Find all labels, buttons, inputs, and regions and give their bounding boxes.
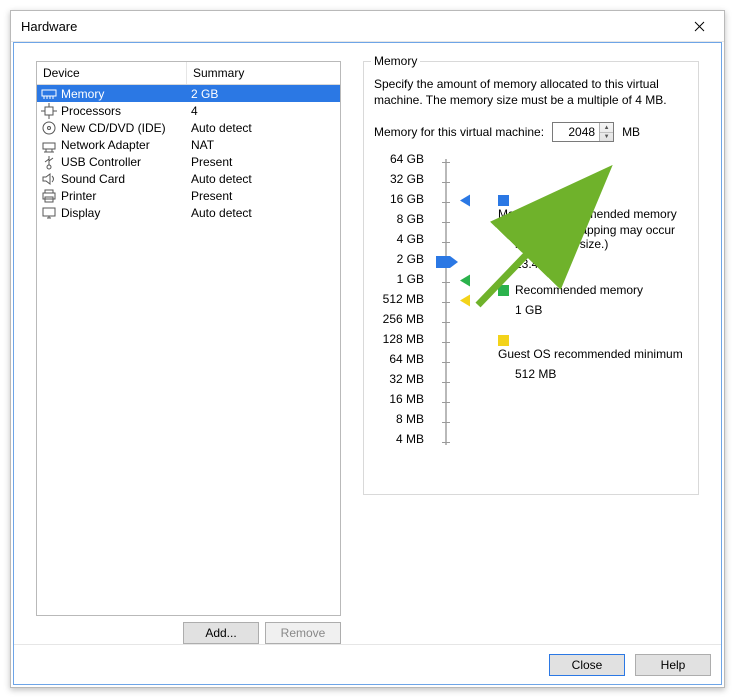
legend-label: Guest OS recommended minimum	[498, 347, 683, 361]
legend-value: 13.4 GB	[515, 257, 688, 271]
scale-tick-label: 16 GB	[374, 192, 428, 212]
legend-min: Guest OS recommended minimum 512 MB	[498, 332, 688, 381]
scale-tick-label: 4 MB	[374, 432, 428, 452]
memory-legend: Maximum recommended memory (Memory swappi…	[498, 152, 688, 452]
scale-tick-label: 8 GB	[374, 212, 428, 232]
memory-slider-track[interactable]	[436, 152, 456, 452]
device-list-header: Device Summary	[37, 62, 340, 85]
remove-button[interactable]: Remove	[265, 622, 341, 644]
device-name: Sound Card	[61, 172, 125, 186]
legend-swatch-icon	[498, 285, 509, 296]
scale-tick-label: 64 MB	[374, 352, 428, 372]
dialog-content: Device Summary Memory2 GBProcessors4New …	[13, 42, 722, 685]
col-header-summary[interactable]: Summary	[187, 62, 340, 84]
device-summary: NAT	[187, 138, 340, 152]
help-button[interactable]: Help	[635, 654, 711, 676]
scale-tick-label: 512 MB	[374, 292, 428, 312]
device-summary: Present	[187, 155, 340, 169]
titlebar: Hardware	[11, 11, 724, 42]
window-title: Hardware	[21, 19, 684, 34]
device-summary: Auto detect	[187, 121, 340, 135]
legend-swatch-icon	[498, 195, 509, 206]
scale-tick-label: 32 MB	[374, 372, 428, 392]
scale-tick-label: 2 GB	[374, 252, 428, 272]
device-row[interactable]: Display Auto detect	[37, 204, 340, 221]
scale-tick-label: 1 GB	[374, 272, 428, 292]
marker-min-icon	[460, 295, 470, 310]
marker-recommended-icon	[460, 275, 470, 290]
legend-max: Maximum recommended memory (Memory swappi…	[498, 192, 688, 271]
close-icon[interactable]	[684, 11, 714, 41]
memory-input[interactable]	[553, 123, 599, 141]
legend-label: Maximum recommended memory	[498, 207, 677, 221]
device-name: New CD/DVD (IDE)	[61, 121, 166, 135]
scale-tick-label: 4 GB	[374, 232, 428, 252]
spin-up-icon[interactable]: ▲	[600, 123, 613, 133]
device-row[interactable]: Sound Card Auto detect	[37, 170, 340, 187]
device-summary: Auto detect	[187, 172, 340, 186]
device-name: Printer	[61, 189, 96, 203]
device-row[interactable]: Network Adapter NAT	[37, 136, 340, 153]
disc-icon	[41, 120, 57, 136]
memory-scale-labels: 64 GB32 GB16 GB8 GB4 GB2 GB1 GB512 MB256…	[374, 152, 428, 452]
device-name: Memory	[61, 87, 104, 101]
usb-icon	[41, 154, 57, 170]
memory-field-label: Memory for this virtual machine:	[374, 125, 544, 139]
device-list[interactable]: Device Summary Memory2 GBProcessors4New …	[36, 61, 341, 616]
cpu-icon	[41, 103, 57, 119]
device-row[interactable]: New CD/DVD (IDE) Auto detect	[37, 119, 340, 136]
scale-tick-label: 8 MB	[374, 412, 428, 432]
scale-tick-label: 32 GB	[374, 172, 428, 192]
display-icon	[41, 205, 57, 221]
device-name: Network Adapter	[61, 138, 150, 152]
printer-icon	[41, 188, 57, 204]
memory-description: Specify the amount of memory allocated t…	[374, 76, 688, 108]
device-summary: 4	[187, 104, 340, 118]
legend-value: 1 GB	[515, 303, 643, 317]
legend-sublabel: (Memory swapping may occur beyond this s…	[515, 223, 688, 251]
slider-handle[interactable]	[436, 256, 458, 271]
network-icon	[41, 137, 57, 153]
device-row[interactable]: Memory 2 GB	[37, 85, 340, 102]
col-header-device[interactable]: Device	[37, 62, 187, 84]
scale-tick-label: 16 MB	[374, 392, 428, 412]
hardware-dialog: Hardware Device Summary Memory2 GBProces…	[10, 10, 725, 688]
scale-tick-label: 64 GB	[374, 152, 428, 172]
spin-down-icon[interactable]: ▼	[600, 133, 613, 142]
device-name: Processors	[61, 104, 121, 118]
scale-tick-label: 128 MB	[374, 332, 428, 352]
legend-value: 512 MB	[515, 367, 688, 381]
device-summary: Present	[187, 189, 340, 203]
legend-label: Recommended memory	[515, 283, 643, 297]
legend-recommended: Recommended memory 1 GB	[498, 282, 643, 317]
memory-groupbox: Memory Specify the amount of memory allo…	[363, 61, 699, 495]
device-summary: 2 GB	[187, 87, 340, 101]
sound-icon	[41, 171, 57, 187]
device-name: USB Controller	[61, 155, 141, 169]
memory-spinner[interactable]: ▲ ▼	[552, 122, 614, 142]
scale-tick-label: 256 MB	[374, 312, 428, 332]
device-name: Display	[61, 206, 100, 220]
close-button[interactable]: Close	[549, 654, 625, 676]
device-row[interactable]: USB Controller Present	[37, 153, 340, 170]
group-label: Memory	[371, 54, 420, 68]
memory-unit: MB	[622, 125, 640, 139]
add-button[interactable]: Add...	[183, 622, 259, 644]
legend-swatch-icon	[498, 335, 509, 346]
device-row[interactable]: Processors 4	[37, 102, 340, 119]
device-summary: Auto detect	[187, 206, 340, 220]
marker-max-icon	[460, 195, 470, 210]
device-row[interactable]: Printer Present	[37, 187, 340, 204]
memory-icon	[41, 86, 57, 102]
